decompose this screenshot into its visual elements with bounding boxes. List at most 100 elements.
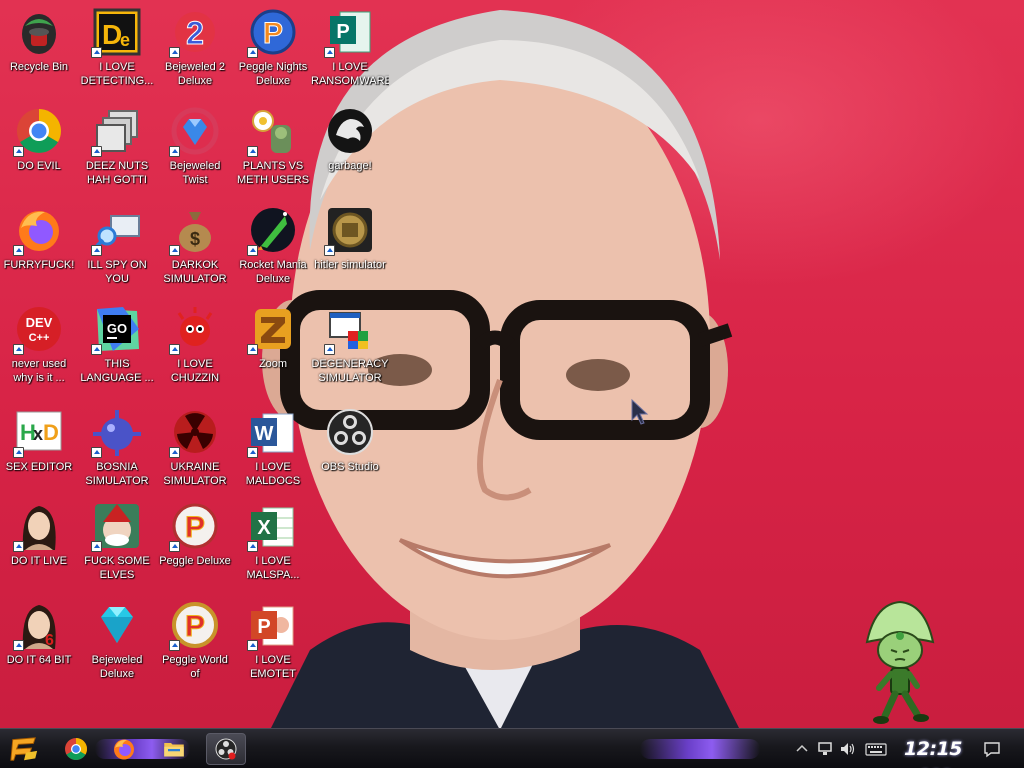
- shortcut-arrow-icon: [324, 245, 335, 256]
- desktop-icon-ukraine[interactable]: UKRAINE SIMULATOR: [156, 402, 234, 498]
- svg-text:X: X: [257, 517, 271, 539]
- desktop-icon-do-it-64-bit[interactable]: 6 DO IT 64 BIT: [0, 595, 78, 691]
- desktop-icon-pvz[interactable]: PLANTS VS METH USERS: [234, 101, 312, 197]
- icon-label: DO EVIL: [17, 160, 61, 172]
- desktop-icon-excel[interactable]: X I LOVE MALSPA...: [234, 496, 312, 592]
- zuma-icon: [247, 305, 297, 355]
- desktop-icon-powerpoint[interactable]: P I LOVE EMOTET: [234, 595, 312, 691]
- svg-text:P: P: [257, 616, 270, 638]
- coin-badge-icon: [324, 206, 374, 256]
- volume-button[interactable]: [838, 739, 858, 759]
- icon-label: BOSNIA SIMULATOR: [85, 461, 149, 487]
- desktop-icon-firefox[interactable]: FURRYFUCK!: [0, 200, 78, 296]
- desktop-icon-dev-cpp[interactable]: DEV C++ never used why is it ...: [0, 299, 78, 395]
- icon-label: Peggle World of Warcraft Edition: [162, 654, 228, 680]
- peggle-nights-icon: P: [247, 8, 297, 58]
- desktop-icon-do-it-live[interactable]: DO IT LIVE: [0, 496, 78, 592]
- desktop-icon-chrome[interactable]: DO EVIL: [0, 101, 78, 197]
- desktop-icon-bejeweled-2[interactable]: 2 Bejeweled 2 Deluxe: [156, 2, 234, 98]
- icon-label: ILL SPY ON YOU: [87, 259, 147, 285]
- chevron-up-icon: [796, 744, 808, 752]
- svg-text:$: $: [190, 229, 200, 249]
- desktop-icon-peggle-wow[interactable]: P Peggle World of Warcraft Edition: [156, 595, 234, 691]
- volume-icon: [841, 743, 855, 755]
- keyboard-button[interactable]: [864, 739, 888, 759]
- desktop-icon-rocket-mania[interactable]: Rocket Mania Deluxe: [234, 200, 312, 296]
- icon-label: FURRYFUCK!: [3, 259, 75, 271]
- shortcut-arrow-icon: [247, 447, 258, 458]
- icon-label: Bejeweled Deluxe: [91, 654, 143, 680]
- svg-text:P: P: [185, 610, 205, 643]
- keyboard-icon: [865, 743, 887, 756]
- show-hidden-icons-button[interactable]: [792, 739, 812, 759]
- word-icon: W: [247, 408, 297, 458]
- taskbar-file-explorer[interactable]: [158, 733, 190, 765]
- taskbar: 12:15 AM: [0, 728, 1024, 768]
- network-button[interactable]: [815, 739, 835, 759]
- desktop-icon-bejeweled-deluxe[interactable]: Bejeweled Deluxe: [78, 595, 156, 691]
- hxd-editor-icon: HxD: [13, 408, 63, 458]
- desktop-icon-word[interactable]: W I LOVE MALDOCS: [234, 402, 312, 498]
- peggle-icon: P: [169, 502, 219, 552]
- de-app-icon: De: [91, 8, 141, 58]
- icon-label: Bejeweled Twist: [169, 160, 221, 186]
- desktop-icon-recycle-bin[interactable]: Recycle Bin: [0, 2, 78, 98]
- desktop-icon-darkok[interactable]: $ DARKOK SIMULATOR: [156, 200, 234, 296]
- desktop-icon-chuzzle[interactable]: I LOVE CHUZZIN: [156, 299, 234, 395]
- dragon-logo-icon: [326, 107, 374, 155]
- taskbar-obs-running[interactable]: [206, 733, 246, 765]
- shortcut-arrow-icon: [247, 541, 258, 552]
- shortcut-arrow-icon: [169, 447, 180, 458]
- shortcut-arrow-icon: [91, 541, 102, 552]
- shortcut-arrow-icon: [169, 344, 180, 355]
- desktop-icon-hitler-sim[interactable]: hitler simulator: [311, 200, 389, 296]
- shortcut-arrow-icon: [324, 47, 335, 58]
- peggle-wow-icon: P: [169, 601, 219, 651]
- taskbar-clock[interactable]: 12:15 AM: [898, 735, 968, 768]
- portrait-64-icon: 6: [13, 601, 63, 651]
- desktop-icon-peggle-nights[interactable]: P Peggle Nights Deluxe: [234, 2, 312, 98]
- svg-text:P: P: [263, 17, 283, 50]
- icon-label: Rocket Mania Deluxe: [239, 259, 307, 285]
- icon-label: garbage!: [328, 160, 372, 172]
- svg-text:DEV: DEV: [26, 315, 53, 330]
- plants-vs-zombies-icon: [247, 107, 297, 157]
- svg-text:e: e: [120, 30, 130, 50]
- start-button[interactable]: [6, 732, 42, 766]
- icon-label: OBS Studio: [321, 461, 379, 473]
- svg-text:6: 6: [45, 632, 54, 649]
- taskbar-chrome[interactable]: [60, 733, 92, 765]
- desktop-icon-zoom[interactable]: Zoom: [234, 299, 312, 395]
- desktop-icon-publisher[interactable]: P I LOVE RANSOMWARE: [311, 2, 389, 98]
- chrome-icon: [13, 107, 63, 157]
- icon-label: UKRAINE SIMULATOR: [163, 461, 227, 487]
- shortcut-arrow-icon: [247, 146, 258, 157]
- desktop-icon-degeneracy[interactable]: DEGENERACY SIMULATOR: [311, 299, 389, 395]
- notification-center-button[interactable]: [982, 739, 1002, 759]
- firefox-icon: [13, 206, 63, 256]
- taskbar-firefox[interactable]: [108, 733, 140, 765]
- icon-label: DEEZ NUTS HAH GOTTI: [85, 160, 149, 186]
- icon-label: DO IT LIVE: [10, 555, 68, 567]
- icon-label: hitler simulator: [314, 259, 386, 271]
- svg-text:P: P: [336, 21, 349, 43]
- desktop-icon-spy[interactable]: ILL SPY ON YOU: [78, 200, 156, 296]
- desktop-icon-deez-nuts[interactable]: DEEZ NUTS HAH GOTTI: [78, 101, 156, 197]
- desktop-icon-de-app[interactable]: De I LOVE DETECTING...: [78, 2, 156, 98]
- shortcut-arrow-icon: [13, 344, 24, 355]
- desktop-icon-hxd[interactable]: HxD SEX EDITOR: [0, 402, 78, 498]
- desktop-icon-bejeweled-twist[interactable]: Bejeweled Twist: [156, 101, 234, 197]
- icon-label: I LOVE RANSOMWARE: [311, 61, 389, 87]
- icon-label: Peggle Deluxe: [159, 555, 231, 567]
- network-spy-icon: [91, 206, 141, 256]
- desktop-icon-bosnia[interactable]: BOSNIA SIMULATOR: [78, 402, 156, 498]
- recycle-bin-icon: [15, 8, 63, 56]
- desktop-icon-obs[interactable]: OBS Studio: [311, 402, 389, 498]
- desktop-mascot[interactable]: [855, 598, 945, 728]
- obs-icon: [215, 738, 237, 760]
- desktop-icon-goland[interactable]: GO THIS LANGUAGE ...: [78, 299, 156, 395]
- desktop-icon-elves[interactable]: FUCK SOME ELVES: [78, 496, 156, 592]
- desktop-icon-peggle-deluxe[interactable]: P Peggle Deluxe: [156, 496, 234, 592]
- shortcut-arrow-icon: [247, 640, 258, 651]
- desktop-icon-garbage[interactable]: garbage!: [311, 101, 389, 197]
